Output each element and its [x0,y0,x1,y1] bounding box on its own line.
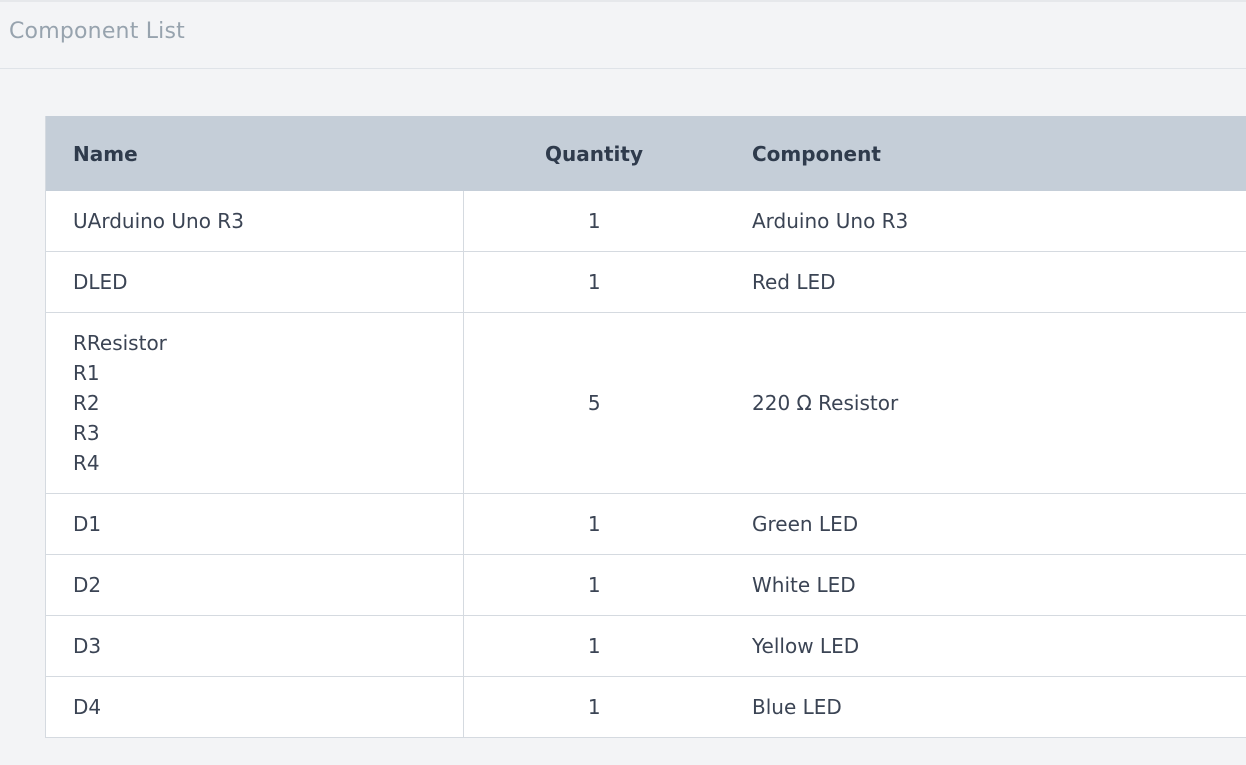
name-line: R2 [73,391,100,415]
table-row: UArduino Uno R3 1 Arduino Uno R3 [46,191,1246,252]
name-line: DLED [73,270,128,294]
cell-name: D3 [46,615,464,677]
column-header-quantity: Quantity [545,141,643,166]
cell-quantity: 5 [463,312,725,494]
component-table: Name Quantity Component UArduino Uno R3 … [46,116,1246,737]
cell-component: Yellow LED [725,615,1246,677]
name-line: D4 [73,695,102,719]
cell-component: Green LED [725,493,1246,555]
cell-quantity: 1 [463,554,725,616]
page-header: Component List [0,2,1246,69]
cell-name: D4 [46,676,464,737]
column-header-name: Name [73,141,138,166]
table-header-row: Name Quantity Component [46,116,1246,191]
cell-name: D2 [46,554,464,616]
table-row: D3 1 Yellow LED [46,615,1246,677]
cell-quantity: 1 [463,493,725,555]
table-row: D1 1 Green LED [46,493,1246,555]
column-header-component: Component [752,141,881,166]
cell-name: RResistor R1 R2 R3 R4 [46,312,464,494]
cell-name: UArduino Uno R3 [46,191,464,252]
table-row: D4 1 Blue LED [46,676,1246,737]
cell-quantity: 1 [463,251,725,313]
cell-component: White LED [725,554,1246,616]
name-line: R3 [73,421,100,445]
page-title: Component List [9,19,185,44]
cell-component: Blue LED [725,676,1246,737]
cell-quantity: 1 [587,209,601,233]
component-table-container: Name Quantity Component UArduino Uno R3 … [45,116,1246,738]
cell-component: Arduino Uno R3 [752,209,909,233]
cell-name: D1 [46,493,464,555]
cell-component: Red LED [725,251,1246,313]
table-body: UArduino Uno R3 1 Arduino Uno R3 DLED 1 … [46,191,1246,737]
cell-quantity: 1 [463,615,725,677]
name-line: UArduino Uno R3 [73,209,244,233]
cell-component: 220 Ω Resistor [725,312,1246,494]
name-line: D3 [73,634,102,658]
table-row: DLED 1 Red LED [46,251,1246,313]
name-line: R4 [73,451,100,475]
table-row: RResistor R1 R2 R3 R4 5 220 Ω Resistor [46,312,1246,494]
name-line: D2 [73,573,102,597]
cell-quantity: 1 [463,676,725,737]
name-line: RResistor [73,331,167,355]
name-line: R1 [73,361,100,385]
table-row: D2 1 White LED [46,554,1246,616]
cell-name: DLED [46,251,464,313]
name-line: D1 [73,512,102,536]
